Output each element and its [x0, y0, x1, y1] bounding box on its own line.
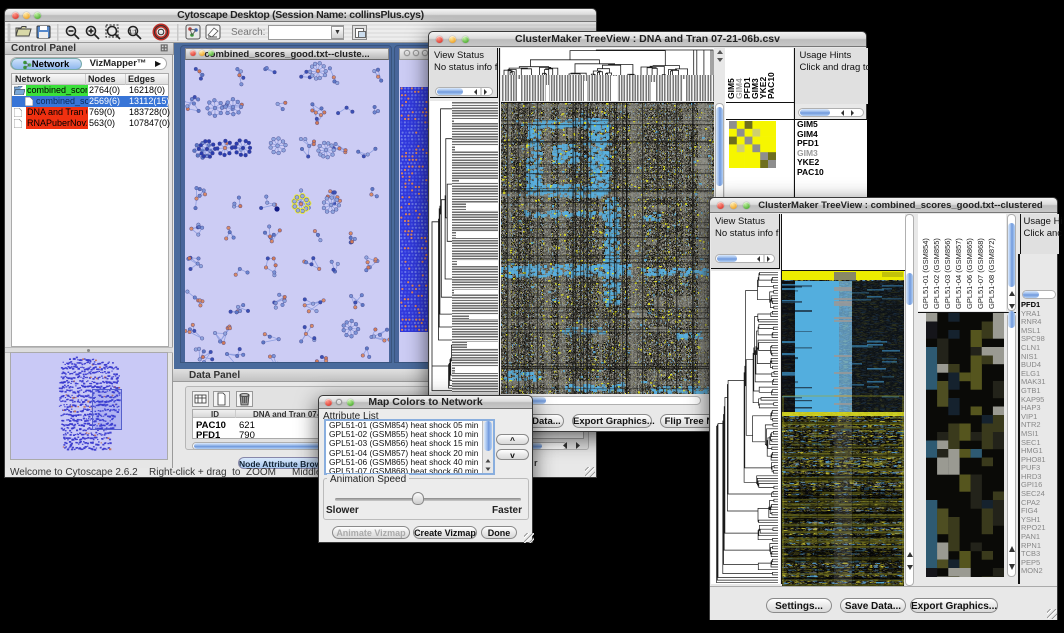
- svg-text:GPL51-06 (GSM865): GPL51-06 (GSM865): [965, 238, 974, 309]
- svg-text:1:1: 1:1: [129, 30, 137, 36]
- svg-text:GPL51-08 (GSM872): GPL51-08 (GSM872): [987, 238, 996, 309]
- svg-text:GPL51-03 (GSM856): GPL51-03 (GSM856): [943, 238, 952, 309]
- svg-text:Search:: Search:: [231, 27, 265, 38]
- svg-text:GPL51-07 (GSM868): GPL51-07 (GSM868): [976, 238, 985, 309]
- svg-text:GPL51-02 (GSM855): GPL51-02 (GSM855): [932, 238, 941, 309]
- svg-text:PAC10: PAC10: [766, 72, 776, 99]
- svg-text:GPL51-04 (GSM857): GPL51-04 (GSM857): [954, 238, 963, 309]
- svg-text:GPL51-01 (GSM854): GPL51-01 (GSM854): [921, 238, 930, 309]
